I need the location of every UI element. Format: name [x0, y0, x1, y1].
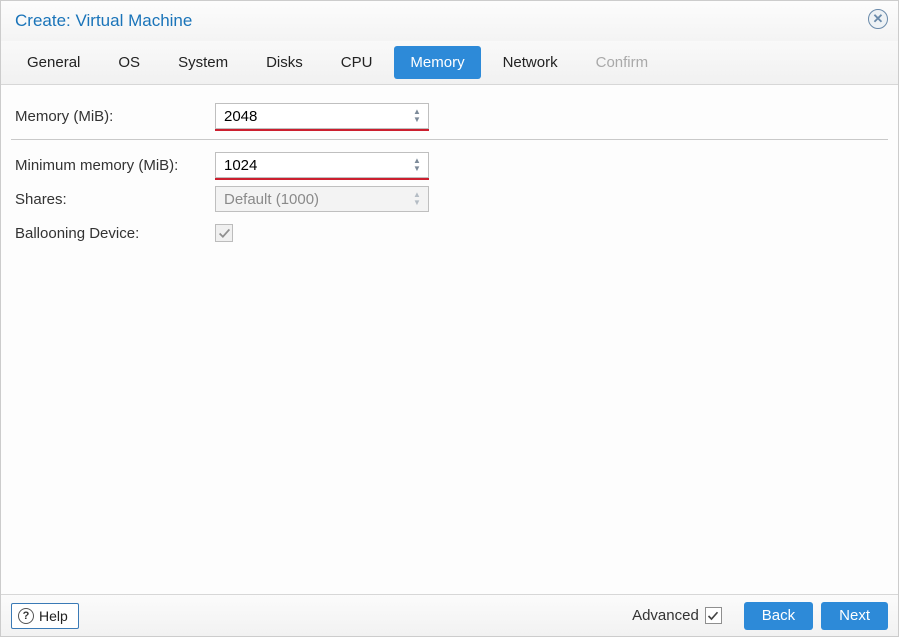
advanced-label: Advanced [632, 607, 699, 624]
wizard-tabs: General OS System Disks CPU Memory Netwo… [1, 41, 898, 85]
chevron-down-icon: ▼ [410, 199, 424, 207]
min-memory-input[interactable] [216, 153, 428, 177]
advanced-checkbox[interactable] [705, 607, 722, 624]
tab-os[interactable]: OS [102, 46, 156, 79]
help-button-label: Help [39, 608, 68, 624]
chevron-down-icon[interactable]: ▼ [410, 165, 424, 173]
create-vm-dialog: Create: Virtual Machine ✕ General OS Sys… [0, 0, 899, 637]
chevron-down-icon[interactable]: ▼ [410, 116, 424, 124]
tab-cpu[interactable]: CPU [325, 46, 389, 79]
dialog-titlebar: Create: Virtual Machine ✕ [1, 1, 898, 41]
ballooning-label: Ballooning Device: [11, 225, 215, 242]
dialog-title: Create: Virtual Machine [15, 11, 192, 30]
tab-disks[interactable]: Disks [250, 46, 319, 79]
ballooning-checkbox [215, 224, 233, 242]
shares-input [216, 187, 428, 211]
check-icon [707, 610, 719, 622]
memory-field[interactable]: ▲ ▼ [215, 103, 429, 129]
memory-label: Memory (MiB): [11, 108, 215, 125]
memory-spinner-arrows[interactable]: ▲ ▼ [410, 104, 424, 128]
tab-system[interactable]: System [162, 46, 244, 79]
back-button[interactable]: Back [744, 602, 813, 630]
tab-content-memory: Memory (MiB): ▲ ▼ Minimum memory (MiB): … [1, 85, 898, 594]
check-icon [218, 227, 231, 240]
shares-field: ▲ ▼ [215, 186, 429, 212]
dialog-footer: ? Help Advanced Back Next [1, 594, 898, 636]
tab-memory[interactable]: Memory [394, 46, 480, 79]
shares-label: Shares: [11, 191, 215, 208]
tab-general[interactable]: General [11, 46, 96, 79]
next-button[interactable]: Next [821, 602, 888, 630]
tab-network[interactable]: Network [487, 46, 574, 79]
section-divider [11, 139, 888, 140]
help-button[interactable]: ? Help [11, 603, 79, 629]
min-memory-label: Minimum memory (MiB): [11, 157, 215, 174]
close-icon[interactable]: ✕ [868, 9, 888, 29]
min-memory-field[interactable]: ▲ ▼ [215, 152, 429, 178]
min-memory-spinner-arrows[interactable]: ▲ ▼ [410, 153, 424, 177]
help-icon: ? [18, 608, 34, 624]
shares-spinner-arrows: ▲ ▼ [410, 187, 424, 211]
memory-input[interactable] [216, 104, 428, 128]
tab-confirm: Confirm [580, 46, 665, 79]
